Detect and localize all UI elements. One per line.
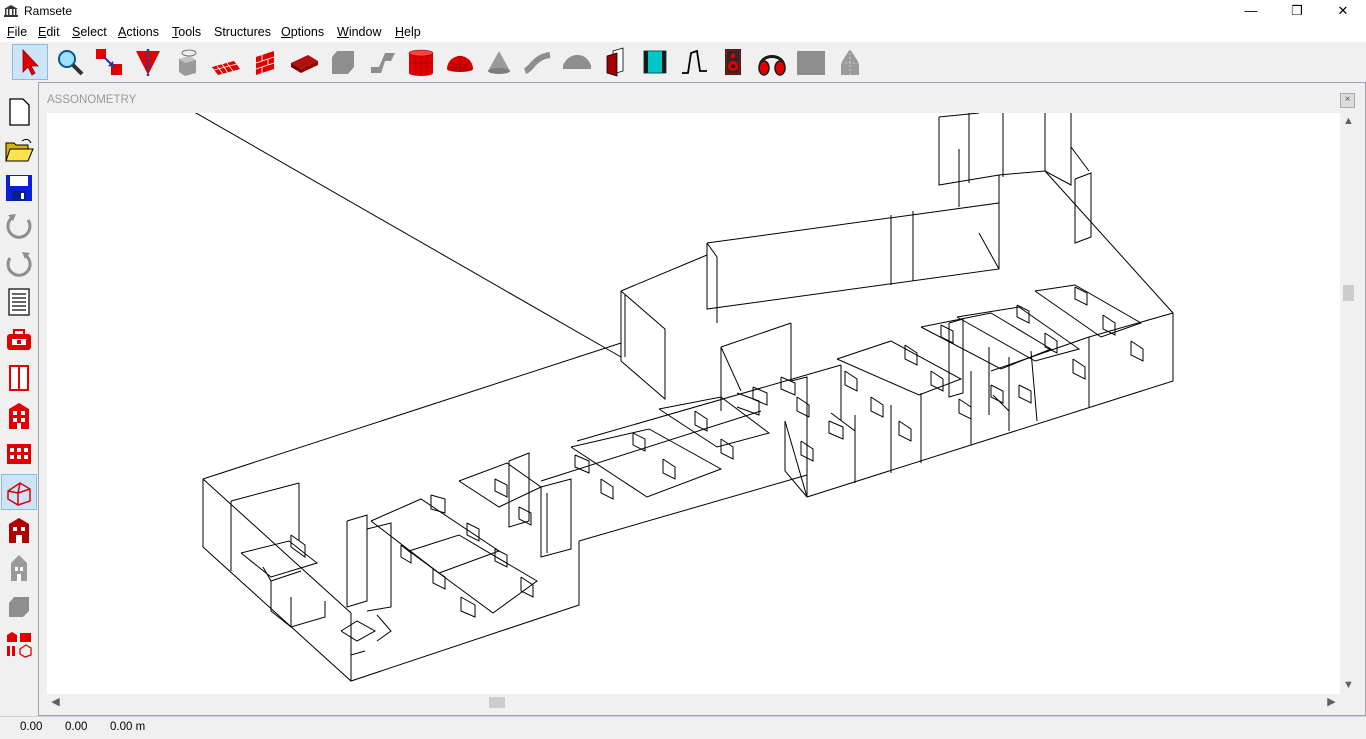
cone-icon[interactable] [481,44,517,80]
move-icon[interactable] [91,44,127,80]
headphones-icon[interactable] [754,44,790,80]
panel-icon[interactable] [637,44,673,80]
curve-icon[interactable] [520,44,556,80]
menu-tools[interactable]: Tools [172,25,201,39]
shape-icon[interactable] [1,588,37,624]
building-red-icon[interactable] [1,512,37,548]
clip-plane-icon[interactable] [130,44,166,80]
undo-icon[interactable] [1,208,37,244]
horizontal-scrollbar[interactable]: ◀ ▶ [47,694,1340,711]
slab-icon[interactable] [286,44,322,80]
scroll-up-icon[interactable]: ▲ [1340,113,1357,130]
floor-grid-icon[interactable] [208,44,244,80]
menu-structures[interactable]: Structures [214,25,271,39]
scroll-right-icon[interactable]: ▶ [1323,694,1340,711]
tower-icon[interactable] [1,550,37,586]
menu-bar: File Edit Select Actions Tools Structure… [0,22,1366,42]
menu-edit[interactable]: Edit [38,25,60,39]
mdi-area: ASSONOMETRY × ▲ ▼ ◀ ▶ [38,82,1366,716]
step-icon[interactable] [676,44,712,80]
left-toolbar [0,82,38,716]
cylinder-icon[interactable] [403,44,439,80]
menu-file[interactable]: File [7,25,27,39]
scroll-left-icon[interactable]: ◀ [47,694,64,711]
building-icon[interactable] [1,398,37,434]
door-icon[interactable] [598,44,634,80]
arch-icon[interactable] [559,44,595,80]
status-x: 0.00 [20,721,43,733]
status-z: 0.00 m [110,721,146,733]
status-bar: 0.00 0.00 0.00 m [0,716,1366,739]
menu-actions[interactable]: Actions [118,25,159,39]
menu-window[interactable]: Window [337,25,381,39]
multi-view-icon[interactable] [1,626,37,662]
polygon-icon[interactable] [325,44,361,80]
vertical-scrollbar[interactable]: ▲ ▼ [1340,113,1357,694]
maximize-button[interactable]: ❐ [1274,0,1320,22]
app-icon [4,5,18,17]
columns-icon[interactable] [1,360,37,396]
zoom-icon[interactable] [52,44,88,80]
title-bar: Ramsete — ❐ ✕ [0,0,1366,22]
wall-bricks-icon[interactable] [247,44,283,80]
wireframe-house-icon[interactable] [1,474,37,510]
toolbox-icon[interactable] [1,322,37,358]
redo-icon[interactable] [1,246,37,282]
rotate-icon[interactable] [169,44,205,80]
status-y: 0.00 [65,721,88,733]
minimize-button[interactable]: — [1228,0,1274,22]
close-button[interactable]: ✕ [1320,0,1366,22]
child-close-button[interactable]: × [1340,93,1355,108]
select-arrow-icon[interactable] [12,44,48,80]
assonometry-window: ASSONOMETRY × ▲ ▼ ◀ ▶ [38,82,1366,716]
menu-select[interactable]: Select [72,25,107,39]
scroll-down-icon[interactable]: ▼ [1340,677,1357,694]
wireframe-model [195,113,1174,682]
bent-surface-icon[interactable] [364,44,400,80]
menu-help[interactable]: Help [395,25,421,39]
horizontal-scroll-thumb[interactable] [489,697,505,708]
assonometry-viewport[interactable] [47,113,1340,694]
gray-tower-icon[interactable] [832,44,868,80]
vertical-scroll-thumb[interactable] [1343,285,1354,301]
grid-view-icon[interactable] [1,436,37,472]
dome-icon[interactable] [442,44,478,80]
child-window-title: ASSONOMETRY [47,94,137,106]
gray-square-icon[interactable] [793,44,829,80]
save-icon[interactable] [1,170,37,206]
main-toolbar [0,42,1366,83]
loudspeaker-icon[interactable] [715,44,751,80]
open-folder-icon[interactable] [1,132,37,168]
menu-options[interactable]: Options [281,25,324,39]
new-file-icon[interactable] [1,94,37,130]
list-icon[interactable] [1,284,37,320]
window-title: Ramsete [24,4,73,18]
